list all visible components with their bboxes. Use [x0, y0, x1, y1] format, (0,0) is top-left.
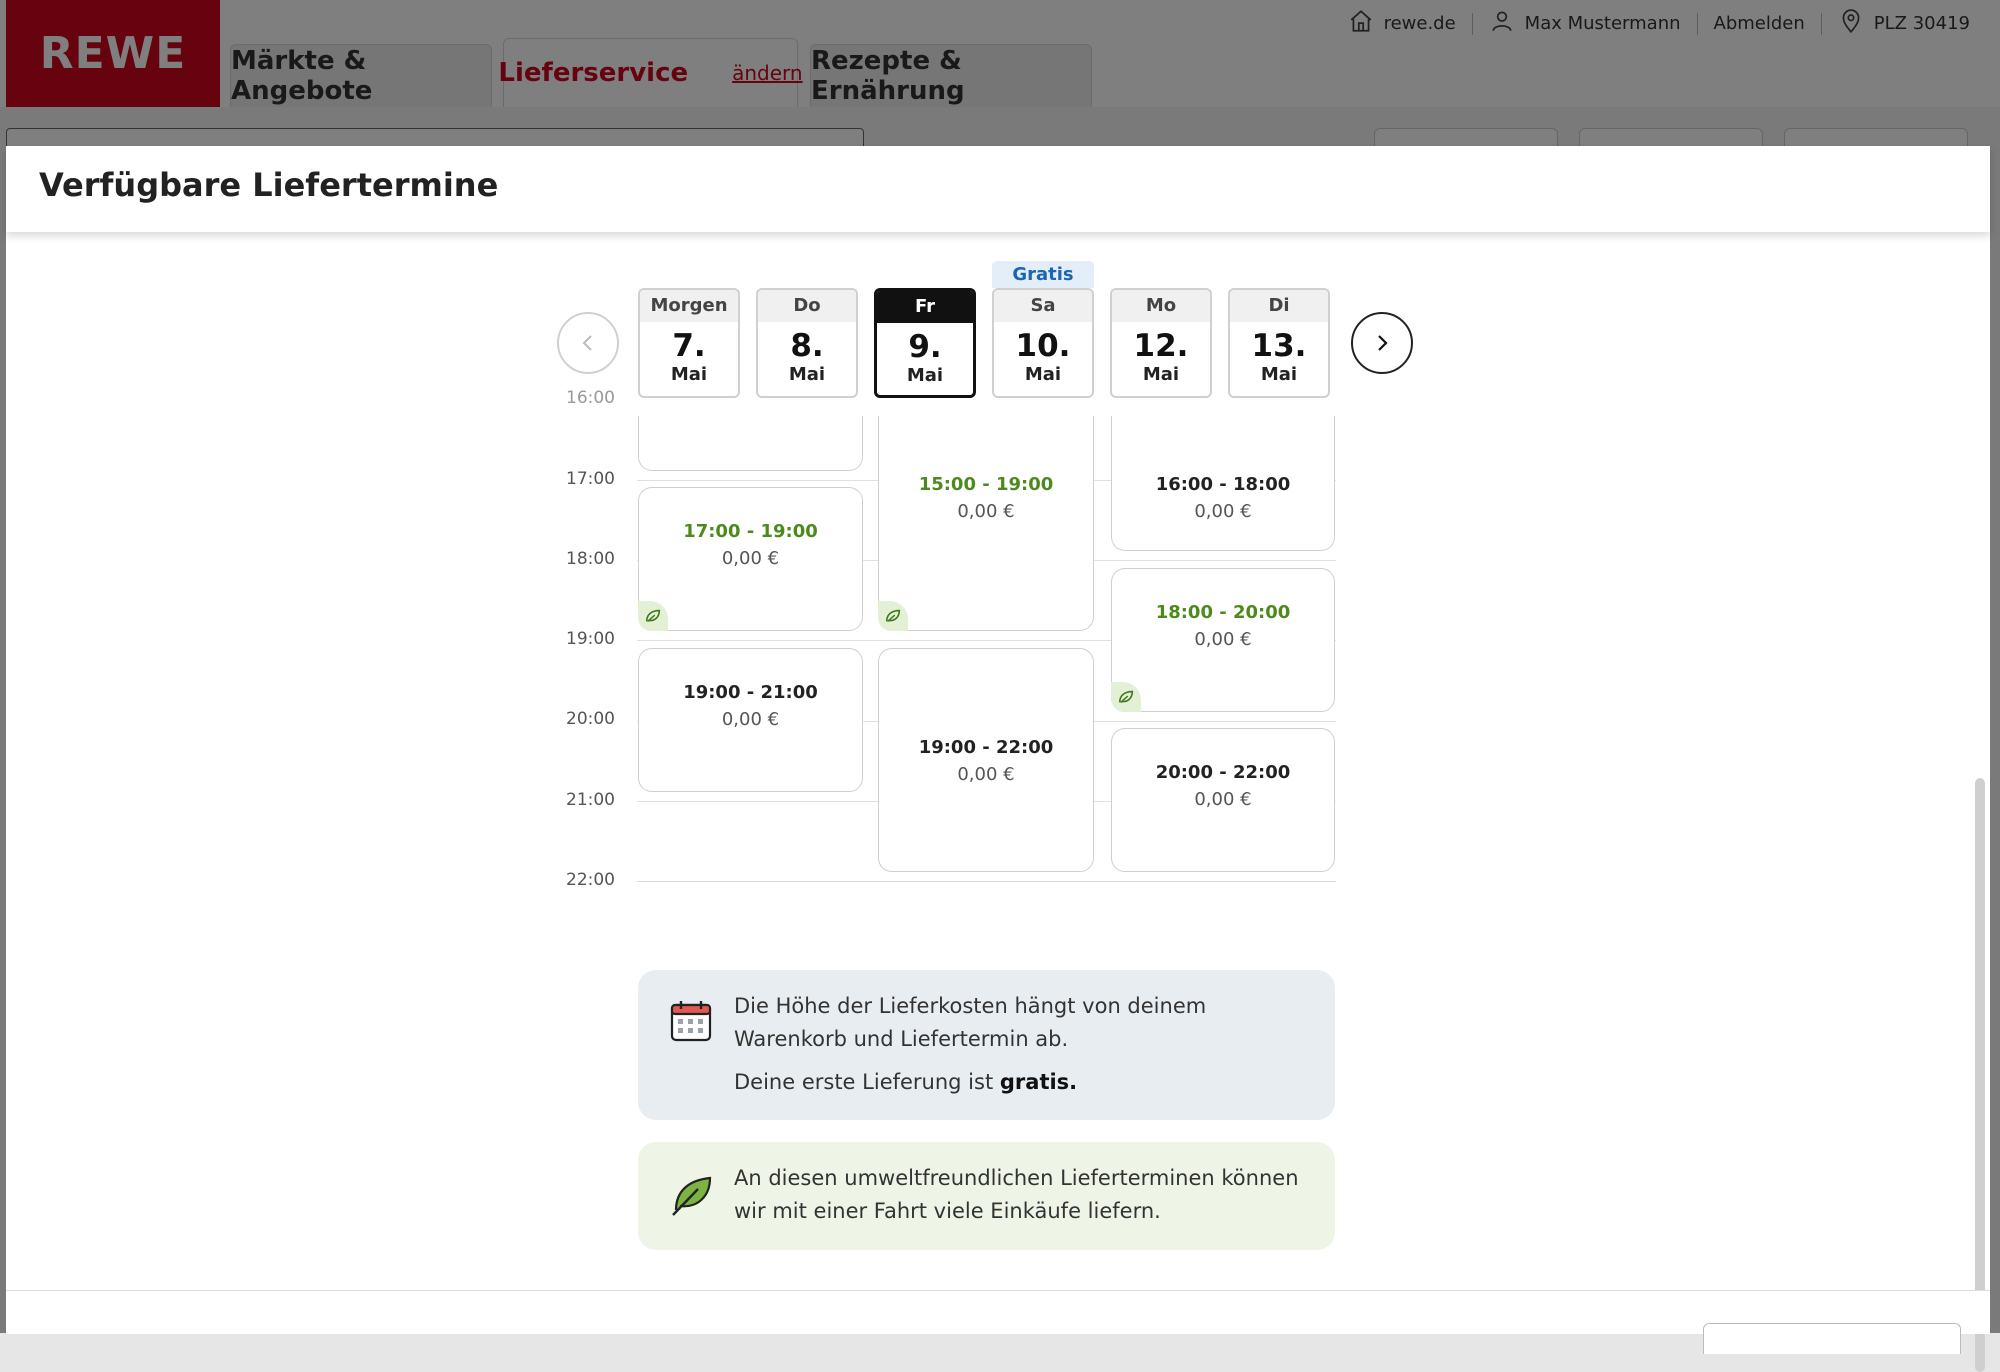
slot-time: 18:00 - 20:00 — [1155, 602, 1291, 623]
delivery-cost-text: Die Höhe der Lieferkosten hängt von dein… — [734, 994, 1207, 1051]
slot-time: 20:00 - 22:00 — [1155, 762, 1291, 783]
day-month: Mai — [670, 364, 708, 385]
day-number: 8. — [790, 328, 824, 364]
time-slot[interactable]: 17:00 - 19:00 0,00 € — [638, 487, 863, 631]
calendar-icon — [668, 998, 714, 1044]
day-name: Di — [1230, 290, 1328, 322]
eco-badge — [878, 601, 908, 631]
day-tab-sa[interactable]: Sa 10. Mai — [992, 288, 1094, 398]
eco-delivery-text: An diesen umweltfreundlichen Liefertermi… — [734, 1166, 1299, 1223]
dialog-scrollbar[interactable] — [1972, 232, 1988, 1372]
day-tab-morgen[interactable]: Morgen 7. Mai — [638, 288, 740, 398]
eco-badge — [1111, 682, 1141, 712]
time-label: 17:00 — [566, 469, 615, 489]
time-label: 16:00 — [566, 388, 615, 408]
slot-price: 0,00 € — [721, 709, 780, 730]
day-tab-do[interactable]: Do 8. Mai — [756, 288, 858, 398]
dialog-footer — [6, 1290, 1990, 1354]
day-number: 13. — [1251, 328, 1307, 364]
day-month: Mai — [1024, 364, 1062, 385]
slot-price: 0,00 € — [721, 548, 780, 569]
day-number: 10. — [1015, 328, 1071, 364]
delivery-slot-dialog: Verfügbare Liefertermine Gratis Morgen 7… — [6, 146, 1990, 1372]
day-month: Mai — [1142, 364, 1180, 385]
time-slot[interactable]: 20:00 - 22:00 0,00 € — [1111, 728, 1335, 872]
eco-delivery-info: An diesen umweltfreundlichen Liefertermi… — [638, 1142, 1335, 1250]
time-slot[interactable]: 18:00 - 20:00 0,00 € — [1111, 568, 1335, 712]
day-tab-di[interactable]: Di 13. Mai — [1228, 288, 1330, 398]
day-month: Mai — [906, 365, 944, 386]
time-label: 20:00 — [566, 709, 615, 729]
day-name: Morgen — [640, 290, 738, 322]
day-name: Mo — [1112, 290, 1210, 322]
slot-time: 16:00 - 18:00 — [1155, 474, 1291, 495]
scrollbar-thumb[interactable] — [1975, 778, 1985, 1372]
slot-time: 19:00 - 21:00 — [683, 682, 818, 703]
time-label: 18:00 — [566, 549, 615, 569]
footer-action-button[interactable] — [1703, 1323, 1961, 1354]
time-label: 19:00 — [566, 629, 615, 649]
time-slot[interactable]: 16:00 - 18:00 0,00 € — [1111, 416, 1335, 551]
day-month: Mai — [788, 364, 826, 385]
slot-price: 0,00 € — [957, 764, 1015, 785]
grid-line — [637, 881, 1336, 882]
time-label: 21:00 — [566, 790, 615, 810]
day-number: 9. — [908, 329, 942, 365]
time-slot[interactable]: 19:00 - 22:00 0,00 € — [878, 648, 1094, 872]
slot-time: 19:00 - 22:00 — [918, 737, 1054, 758]
free-delivery-badge: Gratis — [992, 261, 1094, 288]
day-name: Do — [758, 290, 856, 322]
previous-days-button[interactable] — [557, 312, 619, 374]
dialog-header: Verfügbare Liefertermine — [6, 146, 1990, 232]
chevron-left-icon — [582, 335, 592, 351]
time-slot[interactable]: 15:00 - 19:00 0,00 € — [878, 416, 1094, 631]
first-delivery-text: Deine erste Lieferung ist gratis. — [734, 1066, 1305, 1099]
time-label: 22:00 — [566, 870, 615, 890]
day-month: Mai — [1260, 364, 1298, 385]
slot-time: 17:00 - 19:00 — [683, 521, 818, 542]
day-name: Sa — [994, 290, 1092, 322]
day-tab-mo[interactable]: Mo 12. Mai — [1110, 288, 1212, 398]
dialog-title: Verfügbare Liefertermine — [39, 166, 499, 204]
day-number: 7. — [672, 328, 706, 364]
next-days-button[interactable] — [1351, 312, 1413, 374]
first-delivery-prefix: Deine erste Lieferung ist — [734, 1070, 994, 1094]
slot-price: 0,00 € — [1194, 501, 1252, 522]
leaf-icon — [668, 1172, 714, 1218]
delivery-cost-info: Die Höhe der Lieferkosten hängt von dein… — [638, 970, 1335, 1120]
first-delivery-free: gratis. — [999, 1070, 1078, 1094]
slot-price: 0,00 € — [1194, 629, 1252, 650]
slot-time: 15:00 - 19:00 — [918, 474, 1054, 495]
time-slot[interactable]: 19:00 - 21:00 0,00 € — [638, 648, 863, 792]
eco-badge — [638, 601, 668, 631]
slot-price: 0,00 € — [957, 501, 1015, 522]
chevron-right-icon — [1378, 335, 1388, 351]
day-name: Fr — [877, 291, 973, 323]
day-tab-fr-selected[interactable]: Fr 9. Mai — [874, 288, 976, 398]
leaf-icon — [885, 609, 901, 622]
leaf-icon — [645, 609, 661, 622]
slot-price: 0,00 € — [1194, 789, 1252, 810]
day-number: 12. — [1133, 328, 1189, 364]
leaf-icon — [1118, 690, 1134, 703]
time-slot-partial[interactable] — [638, 416, 863, 471]
